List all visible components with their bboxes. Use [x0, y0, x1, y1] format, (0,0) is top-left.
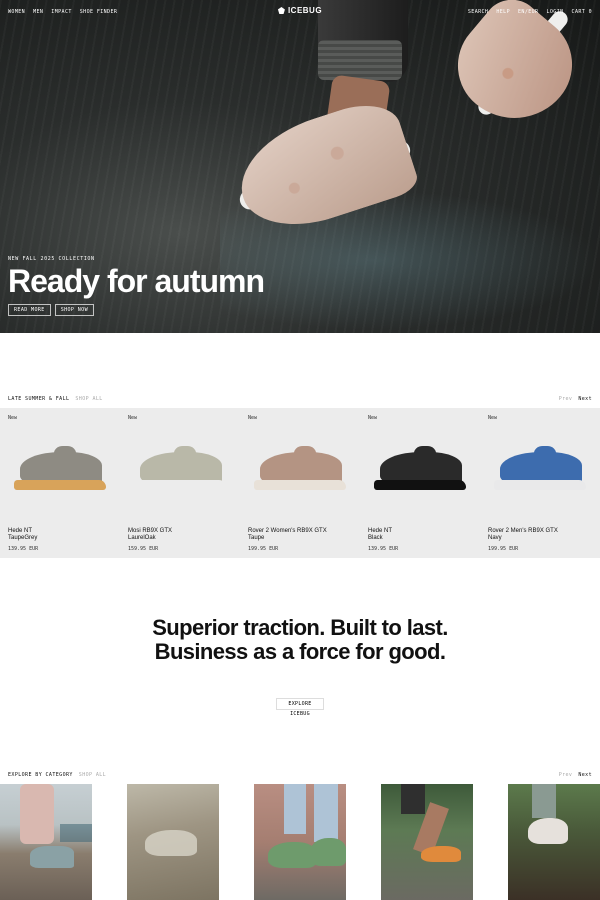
icebug-logo-icon [277, 7, 285, 14]
nav-link-shoe-finder[interactable]: SHOE FINDER [80, 9, 118, 15]
products-next-button[interactable]: Next [578, 396, 592, 402]
category-tile-image[interactable] [254, 784, 346, 900]
shoe-image [134, 446, 226, 502]
product-color: Black [368, 535, 383, 541]
category-carousel [0, 784, 600, 900]
brand-logo[interactable]: ICEBUG [277, 6, 323, 15]
product-price: 139.95 EUR [368, 546, 399, 552]
shoe-image [14, 446, 106, 502]
nav-login[interactable]: LOGIN [546, 9, 563, 15]
product-price: 199.95 EUR [488, 546, 519, 552]
product-name: Rover 2 Men's RB9X GTX Navy [488, 528, 558, 542]
product-carousel: New Hede NT TaupeGrey 139.95 EUR New Mosi… [0, 408, 600, 558]
products-section-header: LATE SUMMER & FALL SHOP ALL Prev Next [8, 394, 592, 404]
product-name: Rover 2 Women's RB9X GTX Taupe [248, 528, 327, 542]
hero-rolled-jeans [318, 40, 402, 80]
products-prev-button[interactable]: Prev [559, 396, 573, 402]
products-header-left: LATE SUMMER & FALL SHOP ALL [8, 396, 103, 402]
product-color: Taupe [248, 535, 265, 541]
read-more-button[interactable]: READ MORE [8, 304, 51, 316]
hero-title: Ready for autumn [8, 263, 265, 299]
shoe-image [254, 446, 346, 502]
nav-link-impact[interactable]: IMPACT [51, 9, 71, 15]
products-section-title: LATE SUMMER & FALL [8, 396, 70, 402]
product-color: Navy [488, 535, 502, 541]
product-card[interactable]: New Mosi RB9X GTX LaurelOak 159.95 EUR [120, 408, 240, 558]
nav-cart[interactable]: CART 0 [572, 9, 592, 15]
product-name: Hede NT Black [368, 528, 392, 542]
category-tile-image[interactable] [508, 784, 600, 900]
categories-next-button[interactable]: Next [578, 772, 592, 778]
product-price: 159.95 EUR [128, 546, 159, 552]
nav-link-women[interactable]: WOMEN [8, 9, 25, 15]
product-card[interactable]: New Hede NT TaupeGrey 139.95 EUR [0, 408, 120, 558]
new-badge: New [368, 415, 378, 421]
product-price: 139.95 EUR [8, 546, 39, 552]
nav-right-group: SEARCH HELP EN/EUR LOGIN CART 0 [468, 9, 592, 15]
product-name: Hede NT TaupeGrey [8, 528, 37, 542]
product-price: 199.95 EUR [248, 546, 279, 552]
top-navigation: WOMEN MEN IMPACT SHOE FINDER ICEBUG SEAR… [8, 6, 592, 18]
nav-help[interactable]: HELP [496, 9, 510, 15]
product-model: Hede NT [8, 528, 33, 534]
new-badge: New [248, 415, 258, 421]
hero-buttons: READ MORE SHOP NOW [8, 304, 94, 316]
products-carousel-controls: Prev Next [559, 396, 592, 402]
hero-banner: WOMEN MEN IMPACT SHOE FINDER ICEBUG SEAR… [0, 0, 600, 333]
product-card[interactable]: New Rover 2 Men's RB9X GTX Navy 199.95 EU… [480, 408, 600, 558]
new-badge: New [8, 415, 18, 421]
nav-left-group: WOMEN MEN IMPACT SHOE FINDER [8, 9, 117, 15]
product-color: LaurelOak [128, 535, 156, 541]
categories-shop-all-link[interactable]: SHOP ALL [79, 772, 106, 778]
new-badge: New [128, 415, 138, 421]
explore-icebug-button[interactable]: EXPLORE ICEBUG [276, 698, 324, 717]
nav-search[interactable]: SEARCH [468, 9, 488, 15]
categories-header-left: EXPLORE BY CATEGORY SHOP ALL [8, 772, 106, 778]
product-card[interactable]: New Hede NT Black 139.95 EUR [360, 408, 480, 558]
hero-eyebrow: NEW FALL 2025 COLLECTION [8, 256, 95, 262]
brand-tagline: Superior traction. Built to last. Busine… [152, 615, 448, 664]
categories-carousel-controls: Prev Next [559, 772, 592, 778]
product-model: Rover 2 Women's RB9X GTX [248, 528, 327, 534]
product-model: Hede NT [368, 528, 393, 534]
shoe-image [374, 446, 466, 502]
products-shop-all-link[interactable]: SHOP ALL [75, 396, 102, 402]
new-badge: New [488, 415, 498, 421]
brand-name: ICEBUG [287, 6, 323, 15]
product-card[interactable]: New Rover 2 Women's RB9X GTX Taupe 199.95… [240, 408, 360, 558]
categories-section-title: EXPLORE BY CATEGORY [8, 772, 73, 778]
product-color: TaupeGrey [8, 535, 38, 541]
categories-section-header: EXPLORE BY CATEGORY SHOP ALL Prev Next [8, 770, 592, 780]
category-tile-image[interactable] [0, 784, 92, 900]
categories-prev-button[interactable]: Prev [559, 772, 573, 778]
shop-now-button[interactable]: SHOP NOW [54, 304, 94, 316]
category-tile-image[interactable] [381, 784, 473, 900]
nav-link-men[interactable]: MEN [33, 9, 43, 15]
product-name: Mosi RB9X GTX LaurelOak [128, 528, 172, 542]
nav-locale[interactable]: EN/EUR [518, 9, 538, 15]
shoe-image [494, 446, 586, 502]
product-model: Mosi RB9X GTX [128, 528, 173, 534]
product-model: Rover 2 Men's RB9X GTX [488, 528, 558, 534]
category-tile-image[interactable] [127, 784, 219, 900]
